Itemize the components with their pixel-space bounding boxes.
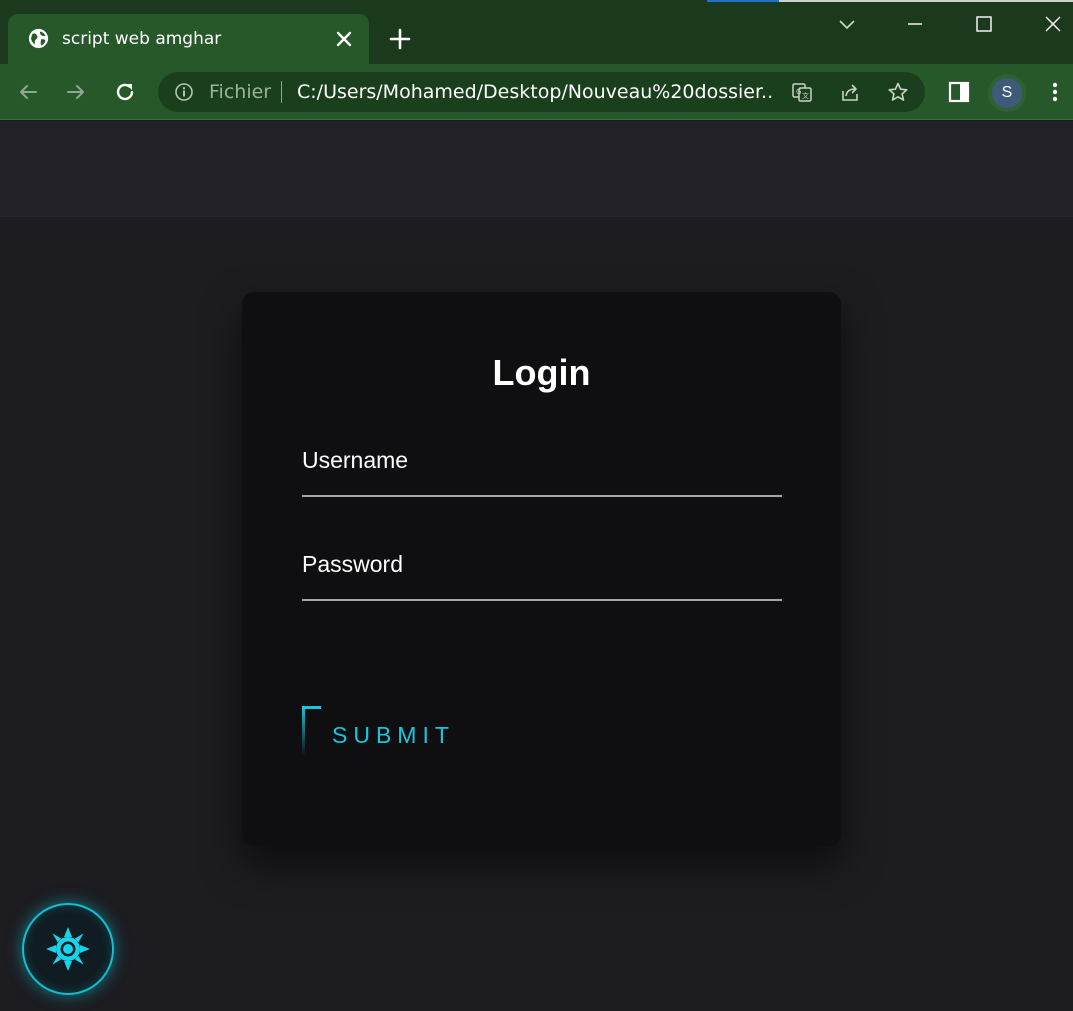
browser-tab[interactable]: script web amghar: [8, 14, 369, 64]
password-field[interactable]: Password: [302, 551, 782, 601]
globe-icon: [28, 28, 49, 49]
new-tab-icon[interactable]: [388, 27, 412, 51]
login-title: Login: [492, 352, 591, 393]
window-close-icon[interactable]: [1041, 12, 1065, 36]
username-underline: [302, 495, 782, 497]
password-underline: [302, 599, 782, 601]
url-text[interactable]: C:/Users/Mohamed/Desktop/Nouveau%20dossi…: [297, 81, 775, 103]
translate-icon[interactable]: G 文: [791, 81, 813, 103]
reload-icon[interactable]: [113, 80, 137, 104]
kebab-menu-icon[interactable]: [1045, 80, 1065, 104]
minimize-icon[interactable]: [903, 12, 927, 36]
svg-text:G: G: [796, 88, 801, 96]
username-label: Username: [302, 447, 409, 473]
profile-initial: S: [992, 78, 1022, 108]
share-icon[interactable]: [839, 81, 861, 103]
security-label: Fichier: [209, 81, 272, 103]
side-panel-icon[interactable]: [947, 80, 971, 104]
forward-arrow-icon[interactable]: [64, 80, 88, 104]
omnibox-divider: [281, 81, 282, 103]
info-icon[interactable]: [174, 82, 194, 102]
username-field[interactable]: Username: [302, 447, 782, 497]
browser-titlebar: script web amghar: [0, 0, 1073, 64]
address-bar[interactable]: Fichier C:/Users/Mohamed/Desktop/Nouveau…: [158, 72, 925, 112]
submit-corner-accent-vertical: [302, 706, 305, 756]
back-arrow-icon[interactable]: [16, 80, 40, 104]
password-label: Password: [302, 551, 403, 577]
loading-indicator: [707, 0, 779, 2]
browser-toolbar: Fichier C:/Users/Mohamed/Desktop/Nouveau…: [0, 64, 1073, 120]
sun-icon: [46, 927, 90, 971]
maximize-icon[interactable]: [972, 12, 996, 36]
page-header: [0, 121, 1073, 217]
bookmark-star-icon[interactable]: [887, 81, 909, 103]
tab-title: script web amghar: [62, 29, 222, 49]
profile-avatar[interactable]: S: [988, 74, 1026, 112]
svg-text:文: 文: [802, 91, 809, 100]
theme-toggle-button[interactable]: [22, 903, 114, 995]
tab-search-icon[interactable]: [835, 12, 859, 36]
loading-track: [779, 0, 1073, 2]
submit-label: SUBMIT: [332, 722, 455, 748]
close-icon[interactable]: [334, 29, 354, 49]
submit-button[interactable]: SUBMIT: [302, 706, 472, 758]
